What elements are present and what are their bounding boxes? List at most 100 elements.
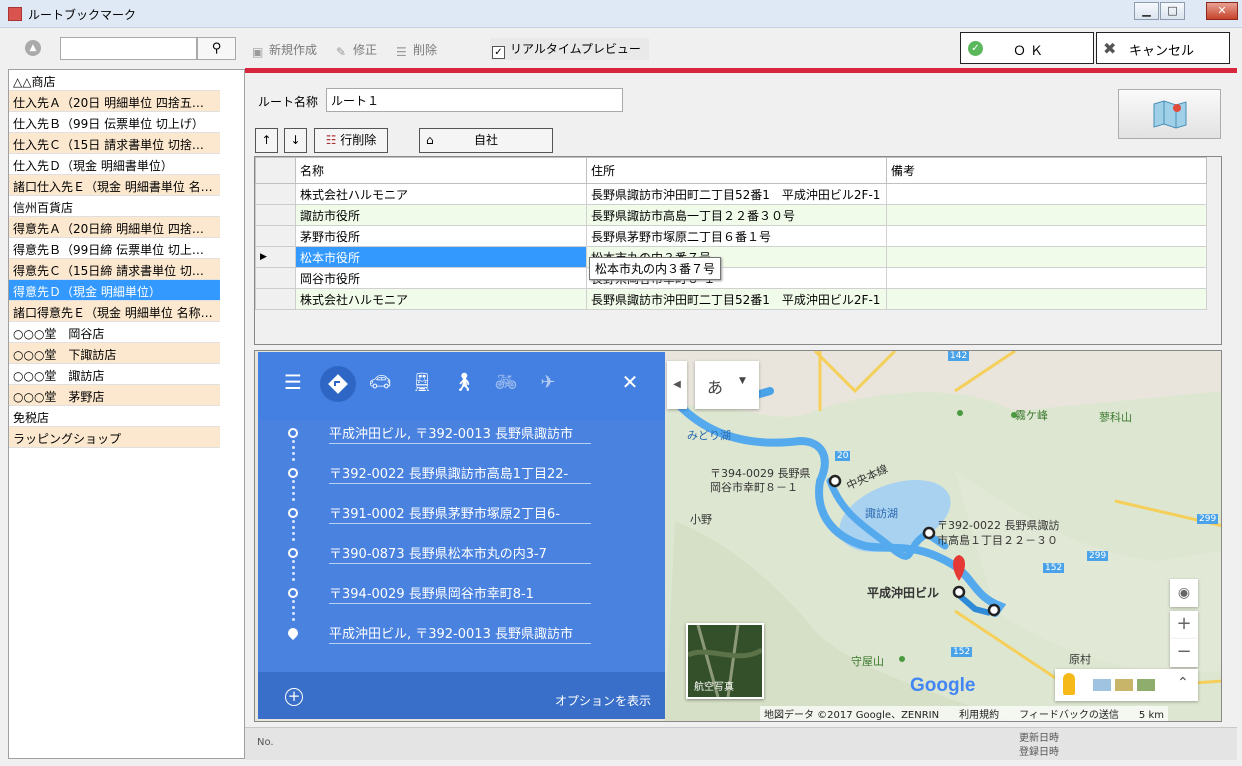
list-item[interactable]: 諸口仕入先Ｅ（現金 明細書単位 名… [9, 175, 220, 196]
cell-name[interactable]: 岡谷市役所 [295, 267, 587, 289]
cell-note[interactable] [886, 267, 1207, 289]
waypoint-dot-icon [288, 428, 298, 438]
search-button[interactable]: ⚲ [197, 37, 236, 60]
waypoint-input[interactable]: 〒392-0022 長野県諏訪市高島1丁目22- [329, 460, 591, 484]
cell-address[interactable]: 長野県諏訪市高島一丁目２２番３０号 [586, 204, 887, 226]
zoom-out-button[interactable]: − [1170, 639, 1198, 667]
row-header[interactable] [255, 288, 296, 310]
waypoint-input[interactable]: 〒394-0029 長野県岡谷市幸町8-1 [329, 580, 591, 604]
car-icon[interactable]: 🚗︎ [367, 372, 393, 393]
cell-name[interactable]: 茅野市役所 [295, 225, 587, 247]
checkbox-box[interactable]: ✓ [492, 46, 505, 59]
menu-icon[interactable]: ☰ [280, 370, 306, 394]
list-item[interactable]: ○○○堂 下諏訪店 [9, 343, 220, 364]
route-connector-dot [292, 526, 295, 529]
list-item[interactable]: 諸口得意先Ｅ（現金 明細単位 名称… [9, 301, 220, 322]
row-header[interactable]: ▶ [255, 246, 296, 268]
zoom-in-button[interactable]: + [1170, 611, 1198, 639]
layer-thumb-icon[interactable] [1115, 679, 1133, 691]
waypoint-input[interactable]: 〒390-0873 長野県松本市丸の内3-7 [329, 540, 591, 564]
cell-note[interactable] [886, 183, 1207, 205]
list-item[interactable]: 仕入先Ｂ（99日 伝票単位 切上げ） [9, 112, 220, 133]
delete-button[interactable]: ☰ 削除 [396, 41, 437, 59]
add-destination-icon[interactable]: + [285, 688, 303, 706]
new-button[interactable]: ▣ 新規作成 [252, 41, 317, 59]
move-row-down-button[interactable]: ↓ [284, 128, 307, 153]
row-header[interactable] [255, 204, 296, 226]
layer-thumb-icon[interactable] [1093, 679, 1111, 691]
waypoint-input[interactable]: 〒391-0002 長野県茅野市塚原2丁目6- [329, 500, 591, 524]
map-label-moriya: 守屋山 [851, 655, 884, 668]
cell-name[interactable]: 松本市役所 [295, 246, 587, 268]
table-row[interactable]: ▶松本市役所松本市丸の内３番７号 [255, 246, 1207, 268]
driving-directions-icon[interactable] [320, 366, 356, 402]
column-header-note[interactable]: 備考 [886, 157, 1207, 184]
list-item[interactable]: 仕入先Ｃ（15日 請求書単位 切捨… [9, 133, 220, 154]
list-item[interactable]: 信州百貨店 [9, 196, 220, 217]
aerial-view-toggle[interactable]: 航空写真 [686, 623, 764, 699]
route-name-input[interactable] [326, 88, 623, 112]
column-header-name[interactable]: 名称 [295, 157, 587, 184]
waypoint-input[interactable]: 平成沖田ビル, 〒392-0013 長野県諏訪市 [329, 420, 591, 444]
close-window-button[interactable]: ✕ [1206, 2, 1238, 20]
realtime-preview-checkbox[interactable]: ✓ リアルタイムプレビュー [490, 38, 649, 60]
search-input[interactable] [60, 37, 197, 60]
move-up-icon[interactable]: ▲ [25, 40, 41, 56]
airplane-icon[interactable]: ✈ [535, 372, 561, 393]
layer-thumb-icon[interactable] [1137, 679, 1155, 691]
table-row[interactable]: 株式会社ハルモニア 長野県諏訪市沖田町二丁目52番1 平成沖田ビル2F-1 [255, 183, 1207, 205]
list-item[interactable]: ○○○堂 岡谷店 [9, 322, 220, 343]
walk-icon[interactable]: 🚶︎ [451, 372, 477, 393]
list-item[interactable]: 得意先Ｄ（現金 明細単位） [9, 280, 220, 301]
list-item[interactable]: △△商店 [9, 70, 220, 91]
cell-name[interactable]: 株式会社ハルモニア [295, 183, 587, 205]
table-row[interactable]: 諏訪市役所 長野県諏訪市高島一丁目２２番３０号 [255, 204, 1207, 226]
list-item[interactable]: 得意先Ａ（20日締 明細単位 四捨… [9, 217, 220, 238]
list-item[interactable]: ○○○堂 茅野店 [9, 385, 220, 406]
route-connector-dot [292, 618, 295, 621]
minimize-button[interactable]: ▁ [1134, 2, 1159, 20]
maximize-button[interactable]: □ [1160, 2, 1185, 20]
table-row[interactable]: 茅野市役所 長野県茅野市塚原二丁目６番１号 [255, 225, 1207, 247]
waypoint-input[interactable]: 平成沖田ビル, 〒392-0013 長野県諏訪市 [329, 620, 591, 644]
my-location-button[interactable]: ◉ [1170, 579, 1198, 607]
map-attribution[interactable]: 地図データ ©2017 Google、ZENRIN 利用規約 フィードバックの送… [760, 706, 1168, 721]
train-icon[interactable]: 🚆︎ [409, 372, 435, 393]
cell-address[interactable]: 長野県茅野市塚原二丁目６番１号 [586, 225, 887, 247]
row-header[interactable] [255, 183, 296, 205]
cell-note[interactable] [886, 225, 1207, 247]
list-item[interactable]: 得意先Ｃ（15日締 請求書単位 切… [9, 259, 220, 280]
row-header[interactable] [255, 267, 296, 289]
column-header-address[interactable]: 住所 [586, 157, 887, 184]
cell-name[interactable]: 諏訪市役所 [295, 204, 587, 226]
cell-address[interactable]: 長野県諏訪市沖田町二丁目52番1 平成沖田ビル2F-1 [586, 288, 887, 310]
move-row-up-button[interactable]: ↑ [255, 128, 278, 153]
cell-note[interactable] [886, 288, 1207, 310]
collapse-panel-button[interactable]: ◀ [667, 361, 687, 409]
chevron-up-icon[interactable]: ⌃ [1177, 675, 1189, 691]
list-item[interactable]: 仕入先Ｄ（現金 明細書単位） [9, 154, 220, 175]
home-company-button[interactable]: ⌂ 自社 [419, 128, 553, 153]
bicycle-icon[interactable]: 🚲︎ [493, 372, 519, 393]
row-header[interactable] [255, 225, 296, 247]
cell-address[interactable]: 長野県諏訪市沖田町二丁目52番1 平成沖田ビル2F-1 [586, 183, 887, 205]
table-row[interactable]: 岡谷市役所長野県岡谷市幸町８-１ [255, 267, 1207, 289]
show-options-link[interactable]: オプションを表示 [555, 692, 651, 709]
pegman-icon[interactable] [1063, 673, 1075, 695]
ok-button[interactable]: ✓ ＯＫ [960, 32, 1094, 64]
cell-name[interactable]: 株式会社ハルモニア [295, 288, 587, 310]
close-directions-icon[interactable]: ✕ [617, 370, 643, 394]
edit-button[interactable]: ✎ 修正 [336, 41, 377, 59]
list-item[interactable]: 得意先Ｂ（99日締 伝票単位 切上… [9, 238, 220, 259]
cell-note[interactable] [886, 246, 1207, 268]
cancel-button[interactable]: ✖ キャンセル [1096, 32, 1230, 64]
list-item[interactable]: ○○○堂 諏訪店 [9, 364, 220, 385]
ime-selector[interactable]: あ ▼ [695, 361, 759, 409]
cell-note[interactable] [886, 204, 1207, 226]
list-item[interactable]: 免税店 [9, 406, 220, 427]
map-button[interactable] [1118, 89, 1221, 139]
list-item[interactable]: 仕入先Ａ（20日 明細単位 四捨五… [9, 91, 220, 112]
list-item[interactable]: ラッピングショップ [9, 427, 220, 448]
table-row[interactable]: 株式会社ハルモニア 長野県諏訪市沖田町二丁目52番1 平成沖田ビル2F-1 [255, 288, 1207, 310]
delete-row-button[interactable]: ☷ 行削除 [314, 128, 388, 153]
